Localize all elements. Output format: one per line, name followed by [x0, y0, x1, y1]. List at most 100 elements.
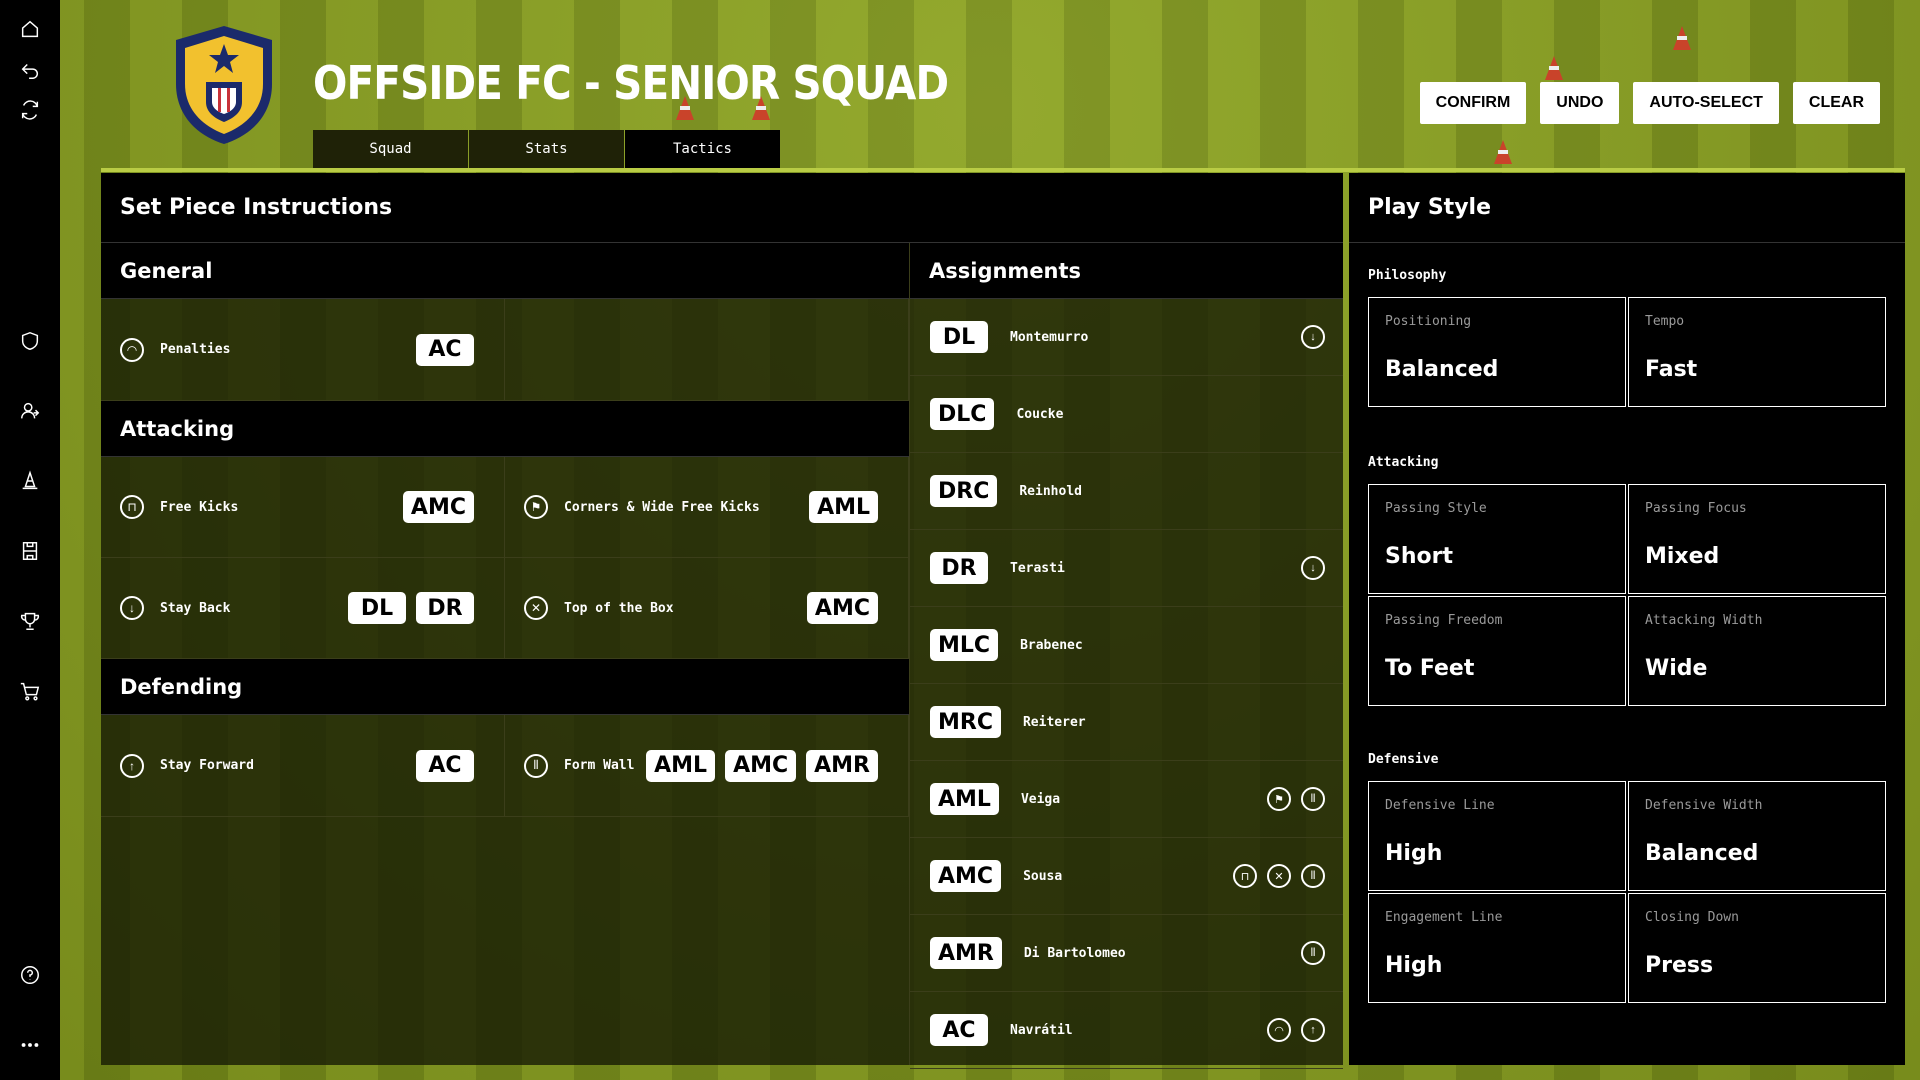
users-icon[interactable] [12, 393, 48, 429]
sidebar [0, 0, 60, 1080]
set-piece-title: Set Piece Instructions [101, 173, 1343, 243]
position-tag: MLC [930, 629, 999, 661]
assignment-row[interactable]: AML Veiga ⚑ ⦀ [910, 761, 1343, 838]
assignments-title: Assignments [910, 243, 1343, 299]
position-tag[interactable]: DR [416, 592, 474, 624]
club-crest-logo [176, 26, 272, 144]
option-label: Positioning [1385, 314, 1472, 329]
assignment-row[interactable]: AC Navrátil ◠ ↑ [910, 992, 1343, 1069]
refresh-icon[interactable] [12, 92, 48, 128]
position-tag: MRC [930, 706, 1001, 738]
corners-row[interactable]: ⚑ Corners & Wide Free Kicks AML [505, 457, 909, 558]
position-tag[interactable]: AMC [725, 749, 797, 782]
player-name: Di Bartolomeo [1023, 945, 1126, 961]
free-kicks-row[interactable]: ⊓ Free Kicks AMC [101, 457, 505, 558]
position-tag[interactable]: AML [809, 491, 878, 523]
position-tag: AMC [930, 860, 1002, 892]
passing-style-option[interactable]: Passing Style Short [1368, 484, 1626, 594]
position-tag[interactable]: DL [348, 592, 406, 624]
player-name: Montemurro [1010, 329, 1089, 345]
tempo-option[interactable]: Tempo Fast [1628, 297, 1886, 407]
closing-down-option[interactable]: Closing Down Press [1628, 893, 1886, 1003]
assignment-row[interactable]: MLC Brabenec [910, 607, 1343, 684]
tab-tactics[interactable]: Tactics [625, 130, 780, 168]
pitch-icon[interactable] [12, 533, 48, 569]
trophy-icon[interactable] [12, 603, 48, 639]
position-tag: DRC [930, 475, 998, 507]
assignment-row[interactable]: MRC Reiterer [910, 684, 1343, 761]
position-tag: AC [930, 1014, 988, 1046]
attacking-width-option[interactable]: Attacking Width Wide [1628, 596, 1886, 706]
attacking-grid: Passing Style Short Passing Focus Mixed … [1368, 484, 1886, 706]
player-name: Brabenec [1020, 637, 1083, 653]
positioning-option[interactable]: Positioning Balanced [1368, 297, 1626, 407]
assignment-row[interactable]: DRC Reinhold [910, 453, 1343, 530]
player-name: Sousa [1023, 868, 1063, 884]
tab-squad[interactable]: Squad [313, 130, 468, 168]
auto-select-button[interactable]: AUTO-SELECT [1633, 82, 1779, 124]
position-tag: DR [930, 552, 988, 584]
option-value: To Feet [1385, 656, 1475, 681]
stay-back-row[interactable]: ↓ Stay Back DL DR [101, 558, 505, 659]
wall-icon: ⦀ [1301, 787, 1325, 811]
undo-icon[interactable] [12, 52, 48, 88]
confirm-button[interactable]: CONFIRM [1419, 82, 1527, 124]
tab-stats[interactable]: Stats [469, 130, 624, 168]
defending-section-title: Defending [101, 659, 909, 715]
option-label: Tempo [1645, 314, 1685, 329]
assignment-row[interactable]: AMR Di Bartolomeo ⦀ [910, 915, 1343, 992]
free-kick-icon: ⊓ [120, 495, 144, 519]
option-label: Attacking Width [1645, 613, 1763, 628]
cone-decoration [1494, 140, 1512, 164]
penalty-icon: ◠ [120, 337, 144, 362]
defensive-heading: Defensive [1368, 752, 1439, 767]
wall-icon: ⦀ [1301, 864, 1325, 888]
more-icon[interactable] [12, 1027, 48, 1063]
passing-freedom-option[interactable]: Passing Freedom To Feet [1368, 596, 1626, 706]
free-kick-icon: ⊓ [1233, 864, 1257, 888]
option-value: Wide [1645, 656, 1708, 681]
cart-icon[interactable] [12, 673, 48, 709]
assignment-row[interactable]: DLC Coucke [910, 376, 1343, 453]
home-icon[interactable] [12, 11, 48, 47]
option-value: High [1385, 841, 1443, 866]
penalties-row[interactable]: ◠ Penalties AC [101, 299, 505, 401]
attacking-heading: Attacking [1368, 455, 1439, 470]
position-tag[interactable]: AC [416, 333, 474, 366]
wall-icon: ⦀ [524, 753, 548, 778]
passing-focus-option[interactable]: Passing Focus Mixed [1628, 484, 1886, 594]
wall-icon: ⦀ [1301, 941, 1325, 965]
position-tag: DL [930, 321, 988, 353]
position-tag: AMR [930, 937, 1002, 969]
option-value: Balanced [1645, 841, 1759, 866]
player-name: Coucke [1016, 406, 1064, 422]
shield-icon[interactable] [12, 323, 48, 359]
defensive-line-option[interactable]: Defensive Line High [1368, 781, 1626, 891]
assignment-row[interactable]: DR Terasti ↓ [910, 530, 1343, 607]
stay-forward-row[interactable]: ↑ Stay Forward AC [101, 715, 505, 817]
cone-icon[interactable] [12, 463, 48, 499]
corner-flag-icon: ⚑ [524, 495, 548, 519]
position-tag[interactable]: AMC [806, 592, 878, 624]
position-tag[interactable]: AML [646, 749, 716, 782]
defensive-width-option[interactable]: Defensive Width Balanced [1628, 781, 1886, 891]
option-value: Mixed [1645, 544, 1720, 569]
top-of-box-row[interactable]: ✕ Top of the Box AMC [505, 558, 909, 659]
help-icon[interactable] [12, 957, 48, 993]
set-piece-panel: Set Piece Instructions General ◠ Penalti… [101, 173, 1343, 1069]
clear-button[interactable]: CLEAR [1792, 82, 1880, 124]
penalties-label: Penalties [160, 342, 231, 357]
option-label: Defensive Line [1385, 798, 1495, 813]
engagement-line-option[interactable]: Engagement Line High [1368, 893, 1626, 1003]
form-wall-row[interactable]: ⦀ Form Wall AML AMC AMR [505, 715, 909, 817]
assignment-row[interactable]: AMC Sousa ⊓ ✕ ⦀ [910, 838, 1343, 915]
position-tag[interactable]: AMC [402, 491, 474, 523]
assignment-row[interactable]: DL Montemurro ↓ [910, 299, 1343, 376]
free-kicks-label: Free Kicks [160, 499, 239, 515]
option-value: Fast [1645, 357, 1698, 382]
corner-icon: ⚑ [1267, 787, 1291, 811]
undo-button[interactable]: UNDO [1540, 82, 1620, 124]
option-value: Balanced [1385, 357, 1499, 382]
position-tag[interactable]: AMR [806, 749, 878, 782]
position-tag[interactable]: AC [416, 749, 474, 782]
